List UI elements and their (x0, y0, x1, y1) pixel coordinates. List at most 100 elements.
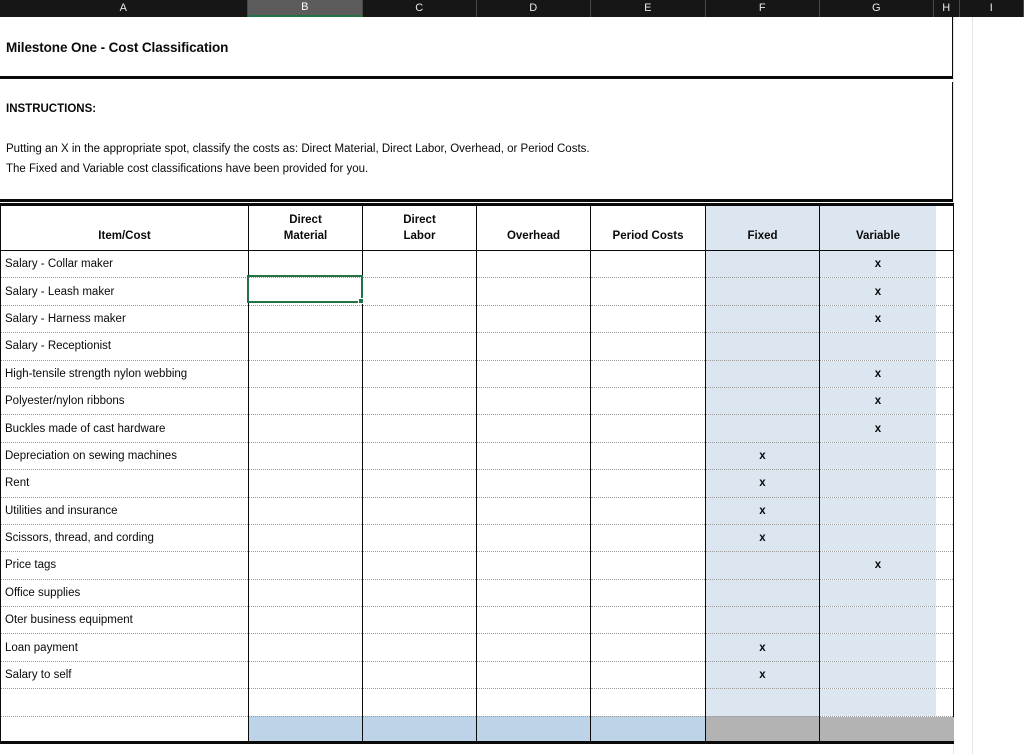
cell-overhead[interactable] (476, 579, 591, 608)
cell-overhead[interactable] (476, 633, 591, 662)
cell-variable[interactable]: x (819, 250, 954, 279)
cell-overhead[interactable] (476, 360, 591, 388)
cell-fixed[interactable] (705, 250, 820, 279)
cell-direct-labor[interactable] (362, 469, 477, 498)
cell-overhead[interactable] (476, 661, 591, 690)
cell-direct-labor[interactable] (362, 661, 477, 690)
column-header-f[interactable]: F (706, 0, 820, 17)
cell-period-costs[interactable] (590, 688, 706, 717)
column-header-b[interactable]: B (248, 0, 363, 17)
cell-variable[interactable] (819, 332, 954, 361)
column-header-i[interactable]: I (960, 0, 1024, 17)
cell-overhead[interactable] (476, 414, 591, 443)
header-variable[interactable]: Variable (819, 203, 954, 251)
cell-period-costs[interactable] (590, 414, 706, 443)
header-period-costs[interactable]: Period Costs (590, 203, 706, 251)
cell-overhead[interactable] (476, 305, 591, 334)
cell-direct-labor[interactable] (362, 387, 477, 416)
cell-total-item-cost[interactable] (0, 716, 249, 744)
cell-direct-labor[interactable] (362, 360, 477, 388)
cell-direct-labor[interactable] (362, 250, 477, 279)
header-direct-material[interactable]: Direct Material (248, 203, 363, 251)
cell-direct-material[interactable] (248, 606, 363, 635)
cell-period-costs[interactable] (590, 250, 706, 279)
title-block[interactable]: Milestone One - Cost Classification (0, 17, 953, 79)
cell-direct-labor[interactable] (362, 442, 477, 471)
cell-item-cost[interactable]: Polyester/nylon ribbons (0, 387, 249, 416)
cell-fixed[interactable] (705, 579, 820, 608)
cell-variable[interactable] (819, 524, 954, 553)
cell-item-cost[interactable]: Salary - Receptionist (0, 332, 249, 361)
header-direct-labor[interactable]: Direct Labor (362, 203, 477, 251)
cell-item-cost[interactable]: Salary - Leash maker (0, 277, 249, 306)
cell-direct-material[interactable] (248, 469, 363, 498)
cell-item-cost[interactable]: Office supplies (0, 579, 249, 608)
cell-item-cost[interactable]: Salary - Collar maker (0, 250, 249, 279)
cell-direct-material[interactable] (248, 661, 363, 690)
cell-overhead[interactable] (476, 332, 591, 361)
cell-direct-material[interactable] (248, 551, 363, 580)
cell-item-cost[interactable]: High-tensile strength nylon webbing (0, 360, 249, 388)
cell-direct-labor[interactable] (362, 332, 477, 361)
column-header-d[interactable]: D (477, 0, 591, 17)
cell-period-costs[interactable] (590, 305, 706, 334)
cell-period-costs[interactable] (590, 551, 706, 580)
cell-total-direct-labor[interactable] (362, 716, 477, 744)
cell-fixed[interactable] (705, 305, 820, 334)
cell-fixed[interactable] (705, 551, 820, 580)
cell-variable[interactable]: x (819, 387, 954, 416)
cell-item-cost[interactable]: Buckles made of cast hardware (0, 414, 249, 443)
cell-total-direct-material[interactable] (248, 716, 363, 744)
cell-direct-material[interactable] (248, 250, 363, 279)
cell-fixed[interactable]: x (705, 442, 820, 471)
cell-item-cost[interactable]: Price tags (0, 551, 249, 580)
cell-item-cost[interactable] (0, 688, 249, 717)
cell-variable[interactable] (819, 633, 954, 662)
cell-direct-material[interactable] (248, 688, 363, 717)
cell-variable[interactable] (819, 688, 954, 717)
column-header-c[interactable]: C (363, 0, 477, 17)
header-overhead[interactable]: Overhead (476, 203, 591, 251)
cell-direct-material[interactable] (248, 414, 363, 443)
cell-direct-material[interactable] (248, 442, 363, 471)
cell-direct-material[interactable] (248, 524, 363, 553)
cell-direct-labor[interactable] (362, 606, 477, 635)
cell-fixed[interactable]: x (705, 524, 820, 553)
header-item-cost[interactable]: Item/Cost (0, 203, 249, 251)
cell-direct-material[interactable] (248, 497, 363, 525)
cell-total-variable[interactable] (819, 716, 954, 744)
cell-direct-labor[interactable] (362, 551, 477, 580)
cell-item-cost[interactable]: Utilities and insurance (0, 497, 249, 525)
column-header-e[interactable]: E (591, 0, 706, 17)
cell-variable[interactable] (819, 497, 954, 525)
cell-fixed[interactable] (705, 414, 820, 443)
cell-item-cost[interactable]: Salary - Harness maker (0, 305, 249, 334)
cell-overhead[interactable] (476, 469, 591, 498)
cell-fixed[interactable]: x (705, 497, 820, 525)
cell-direct-labor[interactable] (362, 524, 477, 553)
cell-item-cost[interactable]: Loan payment (0, 633, 249, 662)
cell-overhead[interactable] (476, 524, 591, 553)
cell-direct-labor[interactable] (362, 633, 477, 662)
cell-overhead[interactable] (476, 497, 591, 525)
cell-item-cost[interactable]: Scissors, thread, and cording (0, 524, 249, 553)
cell-direct-material[interactable] (248, 633, 363, 662)
cell-fixed[interactable] (705, 688, 820, 717)
cell-overhead[interactable] (476, 387, 591, 416)
cell-fixed[interactable]: x (705, 661, 820, 690)
cell-direct-material[interactable] (248, 332, 363, 361)
cell-direct-labor[interactable] (362, 305, 477, 334)
cell-fixed[interactable] (705, 332, 820, 361)
cell-item-cost[interactable]: Salary to self (0, 661, 249, 690)
cell-period-costs[interactable] (590, 277, 706, 306)
cell-total-period-costs[interactable] (590, 716, 706, 744)
header-fixed[interactable]: Fixed (705, 203, 820, 251)
cell-fixed[interactable]: x (705, 469, 820, 498)
column-header-a[interactable]: A (0, 0, 248, 17)
cell-period-costs[interactable] (590, 469, 706, 498)
cell-period-costs[interactable] (590, 633, 706, 662)
cell-period-costs[interactable] (590, 579, 706, 608)
cell-direct-labor[interactable] (362, 414, 477, 443)
cell-period-costs[interactable] (590, 524, 706, 553)
cell-direct-material[interactable] (248, 305, 363, 334)
